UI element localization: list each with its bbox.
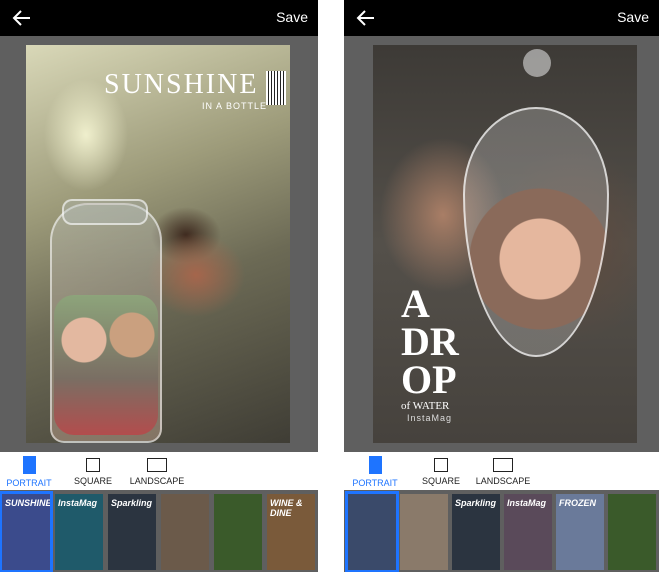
template-preview[interactable]: SUNSHINE IN A BOTTLE xyxy=(26,45,290,443)
tab-square[interactable]: SQUARE xyxy=(406,456,476,486)
barcode-graphic xyxy=(266,71,286,105)
template-title: A DR OP of WATER xyxy=(401,284,459,413)
template-thumbnail[interactable] xyxy=(400,494,448,570)
format-tabs: PORTRAIT SQUARE LANDSCAPE xyxy=(0,452,318,490)
thumbnail-title: InstaMag xyxy=(58,498,98,508)
template-subtitle: IN A BOTTLE xyxy=(202,101,268,111)
tab-portrait[interactable]: PORTRAIT xyxy=(344,456,410,488)
template-thumbnail-strip[interactable]: SUNSHINE InstaMag Sparkling WINE & DINE xyxy=(0,490,318,572)
square-icon xyxy=(86,458,100,472)
thumbnail-title: InstaMag xyxy=(507,498,547,508)
template-thumbnail[interactable]: WINE & DINE xyxy=(267,494,315,570)
template-title: SUNSHINE xyxy=(104,69,259,100)
template-thumbnail[interactable]: Sparkling xyxy=(452,494,500,570)
thumbnail-title: WINE & DINE xyxy=(270,498,303,518)
landscape-icon xyxy=(147,458,167,472)
title-line-3: OP xyxy=(401,357,457,402)
water-drop-tip xyxy=(523,49,551,77)
template-thumbnail[interactable] xyxy=(345,491,399,572)
top-bar: Save xyxy=(0,0,318,36)
template-thumbnail[interactable]: Sparkling xyxy=(108,494,156,570)
bottle-neck xyxy=(62,199,148,225)
template-thumbnail[interactable]: InstaMag xyxy=(55,494,103,570)
square-icon xyxy=(434,458,448,472)
tab-label: PORTRAIT xyxy=(6,478,52,488)
left-phone-screen: Save SUNSHINE IN A BOTTLE PORTRAIT SQUAR… xyxy=(0,0,318,572)
portrait-icon xyxy=(22,456,36,474)
template-preview[interactable]: A DR OP of WATER InstaMag xyxy=(373,45,637,443)
template-thumbnail[interactable] xyxy=(214,494,262,570)
top-bar: Save xyxy=(344,0,659,36)
right-phone-screen: Save A DR OP of WATER InstaMag PORTRAIT … xyxy=(344,0,659,572)
back-arrow-icon[interactable] xyxy=(10,6,34,30)
back-arrow-icon[interactable] xyxy=(354,6,378,30)
brand-label: InstaMag xyxy=(407,413,453,423)
photo-in-bottle[interactable] xyxy=(54,295,158,435)
thumbnail-title: Sparkling xyxy=(455,498,497,508)
format-tabs: PORTRAIT SQUARE LANDSCAPE xyxy=(344,452,659,490)
tab-label: SQUARE xyxy=(73,476,112,486)
tab-label: LANDSCAPE xyxy=(129,476,185,486)
thumbnail-title: Sparkling xyxy=(111,498,153,508)
thumbnail-title: SUNSHINE xyxy=(5,498,50,508)
editor-canvas: SUNSHINE IN A BOTTLE xyxy=(0,36,318,452)
portrait-icon xyxy=(368,456,382,474)
tab-portrait[interactable]: PORTRAIT xyxy=(0,456,64,488)
tab-square[interactable]: SQUARE xyxy=(58,456,128,486)
tab-landscape[interactable]: LANDSCAPE xyxy=(468,456,538,486)
tab-landscape[interactable]: LANDSCAPE xyxy=(122,456,192,486)
editor-canvas: A DR OP of WATER InstaMag xyxy=(344,36,659,452)
save-button[interactable]: Save xyxy=(276,9,308,25)
landscape-icon xyxy=(493,458,513,472)
tab-label: SQUARE xyxy=(421,476,460,486)
template-thumbnail-strip[interactable]: Sparkling InstaMag FROZEN xyxy=(344,490,659,572)
water-drop-frame[interactable] xyxy=(463,107,609,357)
tab-label: PORTRAIT xyxy=(352,478,398,488)
template-thumbnail[interactable] xyxy=(161,494,209,570)
save-button[interactable]: Save xyxy=(617,9,649,25)
tab-label: LANDSCAPE xyxy=(475,476,531,486)
template-thumbnail[interactable]: SUNSHINE xyxy=(0,491,53,572)
template-thumbnail[interactable]: FROZEN xyxy=(556,494,604,570)
template-thumbnail[interactable] xyxy=(608,494,656,570)
thumbnail-title: FROZEN xyxy=(559,498,596,508)
template-thumbnail[interactable]: InstaMag xyxy=(504,494,552,570)
